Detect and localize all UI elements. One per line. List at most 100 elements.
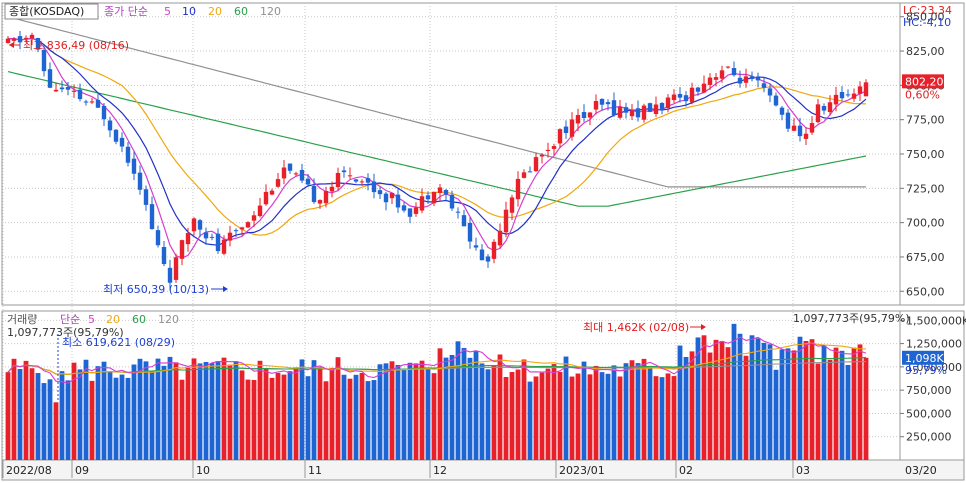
volume-bar bbox=[593, 365, 599, 460]
volume-bar bbox=[149, 370, 155, 460]
candle-body bbox=[653, 104, 659, 115]
volume-bar bbox=[395, 364, 401, 460]
candle-body bbox=[257, 205, 263, 217]
candle-body bbox=[17, 36, 23, 43]
volume-bar bbox=[791, 350, 797, 460]
volume-bar bbox=[833, 347, 839, 460]
volume-bar bbox=[173, 362, 179, 460]
candle-body bbox=[299, 169, 305, 181]
candle-body bbox=[377, 190, 383, 195]
candle-body bbox=[743, 76, 749, 83]
volume-bar bbox=[413, 363, 419, 460]
volume-bar bbox=[653, 376, 659, 460]
volume-bar bbox=[359, 372, 365, 460]
candle-body bbox=[365, 178, 371, 183]
volume-bar bbox=[209, 363, 215, 460]
volume-bar bbox=[683, 356, 689, 460]
volume-bar bbox=[23, 360, 29, 460]
candle-body bbox=[545, 149, 551, 152]
volume-bar bbox=[95, 366, 101, 460]
high-annotation: 최고 836,49 (08/16) bbox=[23, 39, 129, 52]
candle-body bbox=[245, 222, 251, 228]
volume-bar bbox=[533, 376, 539, 460]
volume-bar bbox=[797, 336, 803, 460]
candle-body bbox=[845, 94, 851, 96]
volume-bar bbox=[437, 348, 443, 460]
candle-body bbox=[425, 195, 431, 200]
candle-body bbox=[521, 172, 527, 178]
legend-ma-120: 120 bbox=[260, 5, 281, 18]
volume-bar bbox=[845, 364, 851, 460]
candle-body bbox=[329, 186, 335, 192]
candle-body bbox=[815, 104, 821, 123]
candle-body bbox=[617, 106, 623, 118]
volume-bar bbox=[767, 344, 773, 460]
candle-body bbox=[515, 178, 521, 200]
candle-body bbox=[227, 232, 233, 241]
candle-body bbox=[455, 211, 461, 213]
candle-body bbox=[785, 112, 791, 129]
candle-body bbox=[749, 76, 755, 80]
candle-body bbox=[143, 189, 149, 205]
volume-bar bbox=[143, 361, 149, 460]
volume-bar bbox=[629, 360, 635, 460]
volume-bar bbox=[707, 352, 713, 460]
volume-bar bbox=[161, 365, 167, 460]
candle-body bbox=[347, 175, 353, 177]
candle-body bbox=[695, 87, 701, 92]
volume-bar bbox=[557, 371, 563, 460]
candle-body bbox=[821, 106, 827, 111]
candle-body bbox=[167, 267, 173, 283]
legend-ma-20: 20 bbox=[208, 5, 222, 18]
volume-tick-label: 750,000 bbox=[906, 384, 952, 397]
volume-bar bbox=[773, 369, 779, 460]
stock-chart-window: 650,00675,00700,00725,00750,00775,00800,… bbox=[0, 0, 966, 483]
chart-canvas[interactable]: 650,00675,00700,00725,00750,00775,00800,… bbox=[0, 0, 966, 483]
volume-bar bbox=[53, 402, 59, 460]
volume-bar bbox=[449, 354, 455, 460]
candle-body bbox=[59, 87, 65, 90]
volume-bar bbox=[71, 362, 77, 460]
volume-legend-prefix: 단순 bbox=[60, 313, 80, 326]
candle-body bbox=[605, 102, 611, 105]
volume-bar bbox=[737, 333, 743, 460]
volume-bar bbox=[515, 369, 521, 460]
volume-bar bbox=[191, 358, 197, 460]
volume-bar bbox=[275, 372, 281, 460]
volume-title: 거래량 bbox=[7, 313, 37, 326]
volume-bar bbox=[479, 363, 485, 460]
volume-bar bbox=[353, 374, 359, 460]
volume-bar bbox=[5, 372, 11, 460]
candle-body bbox=[557, 129, 563, 144]
candle-body bbox=[851, 93, 857, 99]
volume-bar bbox=[287, 371, 293, 460]
legend-ma-60: 60 bbox=[234, 5, 248, 18]
candle-body bbox=[491, 241, 497, 259]
volume-current-right: 1,097,773주(95,79%) bbox=[793, 312, 910, 325]
volume-tick-label: 1,500,000K bbox=[906, 314, 966, 327]
volume-bar bbox=[263, 368, 269, 460]
candle-body bbox=[155, 230, 161, 246]
price-tick-label: 775,00 bbox=[906, 114, 945, 127]
candle-body bbox=[773, 95, 779, 106]
candle-body bbox=[359, 181, 365, 183]
candle-body bbox=[479, 249, 485, 261]
volume-bar bbox=[407, 362, 413, 460]
volume-bar bbox=[521, 359, 527, 460]
date-tick-label: 03 bbox=[796, 464, 810, 477]
volume-bar bbox=[77, 369, 83, 460]
candle-body bbox=[419, 196, 425, 211]
volume-bar bbox=[401, 369, 407, 460]
candle-body bbox=[833, 94, 839, 105]
volume-current-pct: 95,79% bbox=[905, 364, 947, 377]
candle-body bbox=[407, 208, 413, 217]
volume-bar bbox=[221, 357, 227, 460]
candle-body bbox=[641, 105, 647, 120]
candle-body bbox=[725, 66, 731, 68]
volume-bar bbox=[647, 366, 653, 460]
candle-body bbox=[5, 38, 11, 43]
candle-body bbox=[383, 193, 389, 203]
volume-bar bbox=[251, 379, 257, 460]
candle-body bbox=[401, 205, 407, 211]
candle-body bbox=[539, 154, 545, 157]
